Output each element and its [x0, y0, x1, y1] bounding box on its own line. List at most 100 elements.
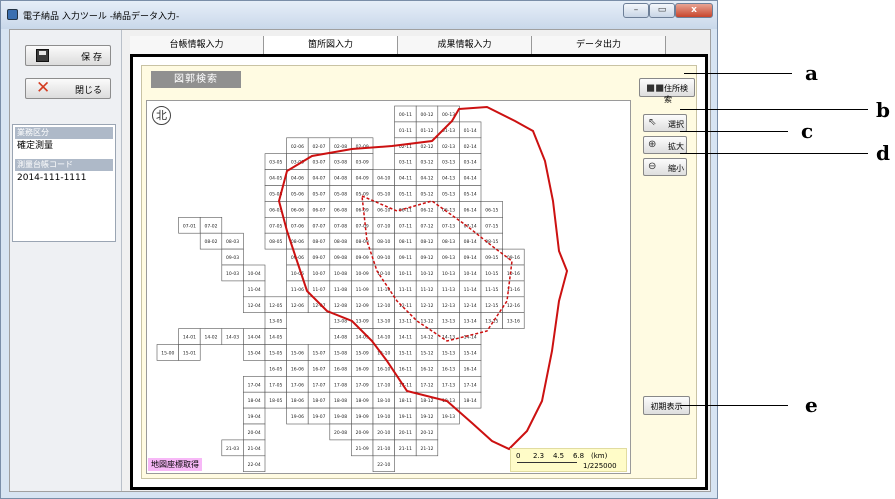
map-sheet-cell[interactable]: 19-12: [415, 407, 439, 425]
title-bar[interactable]: 電子納品 入力ツール -納品データ入力- – ▭ x: [1, 1, 717, 29]
map-sheet-cell[interactable]: 19-13: [437, 407, 460, 425]
tab-data-output[interactable]: データ出力: [532, 36, 666, 56]
map-sheet-cell[interactable]: 13-16: [502, 312, 525, 329]
map-sheet-cell[interactable]: 04-06: [286, 169, 309, 186]
map-sheet-cell[interactable]: 09-12: [415, 248, 439, 266]
map-sheet-cell[interactable]: 15-12: [415, 344, 439, 361]
map-sheet-cell[interactable]: 12-14: [459, 296, 482, 314]
map-sheet-cell[interactable]: 11-11: [394, 280, 417, 298]
map-sheet-cell[interactable]: 14-10: [372, 328, 395, 345]
map-sheet-cell[interactable]: 14-11: [394, 328, 417, 345]
map-sheet-cell[interactable]: 10-15: [480, 264, 503, 282]
map-sheet-cell[interactable]: 18-07: [307, 391, 331, 409]
map-sheet-cell[interactable]: 05-13: [437, 185, 460, 202]
map-sheet-cell[interactable]: 00-11: [394, 105, 417, 123]
map-sheet-cell[interactable]: 02-06: [286, 137, 309, 154]
map-sheet-cell[interactable]: 11-10: [372, 280, 395, 298]
map-sheet-cell[interactable]: 21-03: [221, 439, 244, 457]
map-sheet-cell[interactable]: 16-14: [459, 360, 482, 377]
map-sheet-cell[interactable]: 06-14: [459, 201, 482, 218]
map-sheet-cell[interactable]: 10-04: [243, 264, 266, 282]
map-sheet-cell[interactable]: 19-06: [286, 407, 309, 425]
map-sheet-cell[interactable]: 06-12: [415, 201, 439, 218]
map-sheet-cell[interactable]: 03-12: [415, 153, 439, 170]
map-sheet-cell[interactable]: 11-12: [415, 280, 439, 298]
map-sheet-cell[interactable]: 17-08: [329, 375, 352, 393]
map-sheet-cell[interactable]: 12-08: [329, 296, 352, 314]
map-sheet-cell[interactable]: 17-09: [351, 375, 374, 393]
map-sheet-cell[interactable]: 21-12: [415, 439, 439, 457]
map-sheet-cell[interactable]: 14-01: [178, 328, 201, 345]
map-sheet-cell[interactable]: 04-11: [394, 169, 417, 186]
map-sheet-cell[interactable]: 05-08: [329, 185, 352, 202]
map-sheet-cell[interactable]: 18-08: [329, 391, 352, 409]
map-sheet-cell[interactable]: 12-04: [243, 296, 266, 314]
map-sheet-cell[interactable]: 09-09: [351, 248, 374, 266]
map-sheet-cell[interactable]: 11-09: [351, 280, 374, 298]
map-sheet-cell[interactable]: 03-11: [394, 153, 417, 170]
map-sheet-cell[interactable]: 13-12: [415, 312, 439, 329]
map-sheet-cell[interactable]: 04-07: [307, 169, 331, 186]
map-sheet-cell[interactable]: 13-15: [480, 312, 503, 329]
map-sheet-cell[interactable]: 13-11: [394, 312, 417, 329]
zoom-in-button[interactable]: ⊕ 拡大: [643, 136, 687, 154]
map-sheet-cell[interactable]: 08-09: [351, 232, 374, 250]
map-sheet-cell[interactable]: 12-11: [394, 296, 417, 314]
map-sheet-cell[interactable]: 17-10: [372, 375, 395, 393]
map-sheet-cell[interactable]: 07-15: [480, 217, 503, 234]
map-sheet-cell[interactable]: 07-11: [394, 217, 417, 234]
map-sheet-cell[interactable]: 08-08: [329, 232, 352, 250]
map-sheet-cell[interactable]: 15-14: [459, 344, 482, 361]
map-sheet-cell[interactable]: 14-12: [415, 328, 439, 345]
map-sheet-cell[interactable]: 02-12: [415, 137, 439, 154]
map-sheet-cell[interactable]: 13-13: [437, 312, 460, 329]
map-sheet-cell[interactable]: 20-09: [351, 423, 374, 441]
map-sheet-cell[interactable]: 19-11: [394, 407, 417, 425]
map-sheet-cell[interactable]: 16-12: [415, 360, 439, 377]
maximize-button[interactable]: ▭: [649, 3, 675, 18]
map-sheet-cell[interactable]: 15-09: [351, 344, 374, 361]
map-sheet-cell[interactable]: 10-08: [329, 264, 352, 282]
map-sheet-cell[interactable]: 07-12: [415, 217, 439, 234]
map-sheet-cell[interactable]: 05-10: [372, 185, 395, 202]
map-sheet-cell[interactable]: 03-09: [351, 153, 374, 170]
map-sheet-cell[interactable]: 06-07: [307, 201, 331, 218]
map-sheet-cell[interactable]: 20-11: [394, 423, 417, 441]
tab-result-info[interactable]: 成果情報入力: [398, 36, 532, 56]
map-sheet-cell[interactable]: 17-04: [243, 375, 266, 393]
map-sheet-cell[interactable]: 09-10: [372, 248, 395, 266]
map-sheet-cell[interactable]: 06-06: [286, 201, 309, 218]
select-button[interactable]: ⇖ 選択: [643, 114, 687, 132]
zoom-out-button[interactable]: ⊖ 縮小: [643, 158, 687, 176]
map-sheet-cell[interactable]: 11-14: [459, 280, 482, 298]
map-sheet-cell[interactable]: 08-05: [264, 232, 287, 250]
map-sheet-cell[interactable]: 15-00: [156, 344, 179, 361]
map-sheet-cell[interactable]: 15-11: [394, 344, 417, 361]
map-sheet-cell[interactable]: 17-05: [264, 375, 287, 393]
close-window-button[interactable]: x: [675, 3, 713, 18]
map-sheet-cell[interactable]: 10-09: [351, 264, 374, 282]
map-sheet-cell[interactable]: 07-01: [178, 217, 201, 234]
map-sheet-cell[interactable]: 17-13: [437, 375, 460, 393]
map-sheet-cell[interactable]: 22-10: [372, 455, 395, 472]
map-sheet-cell[interactable]: 10-16: [502, 264, 525, 282]
map-sheet-cell[interactable]: 15-07: [307, 344, 331, 361]
map-sheet-cell[interactable]: 14-08: [329, 328, 352, 345]
map-sheet-cell[interactable]: 18-10: [372, 391, 395, 409]
map-sheet-cell[interactable]: 19-04: [243, 407, 266, 425]
save-button[interactable]: 保 存: [25, 45, 111, 66]
map-sheet-cell[interactable]: 20-10: [372, 423, 395, 441]
map-sheet-cell[interactable]: 04-09: [351, 169, 374, 186]
map-sheet-cell[interactable]: 11-15: [480, 280, 503, 298]
map-sheet-cell[interactable]: 07-07: [307, 217, 331, 234]
map-sheet-cell[interactable]: 08-10: [372, 232, 395, 250]
map-sheet-cell[interactable]: 13-09: [351, 312, 374, 329]
map-sheet-cell[interactable]: 07-09: [351, 217, 374, 234]
tab-location-map[interactable]: 箇所図入力: [264, 36, 398, 56]
map-sheet-cell[interactable]: 00-12: [415, 105, 439, 123]
map-sheet-cell[interactable]: 15-04: [243, 344, 266, 361]
map-sheet-cell[interactable]: 05-06: [286, 185, 309, 202]
map-sheet-cell[interactable]: 17-06: [286, 375, 309, 393]
map-sheet-cell[interactable]: 10-07: [307, 264, 331, 282]
map-sheet-cell[interactable]: 05-11: [394, 185, 417, 202]
